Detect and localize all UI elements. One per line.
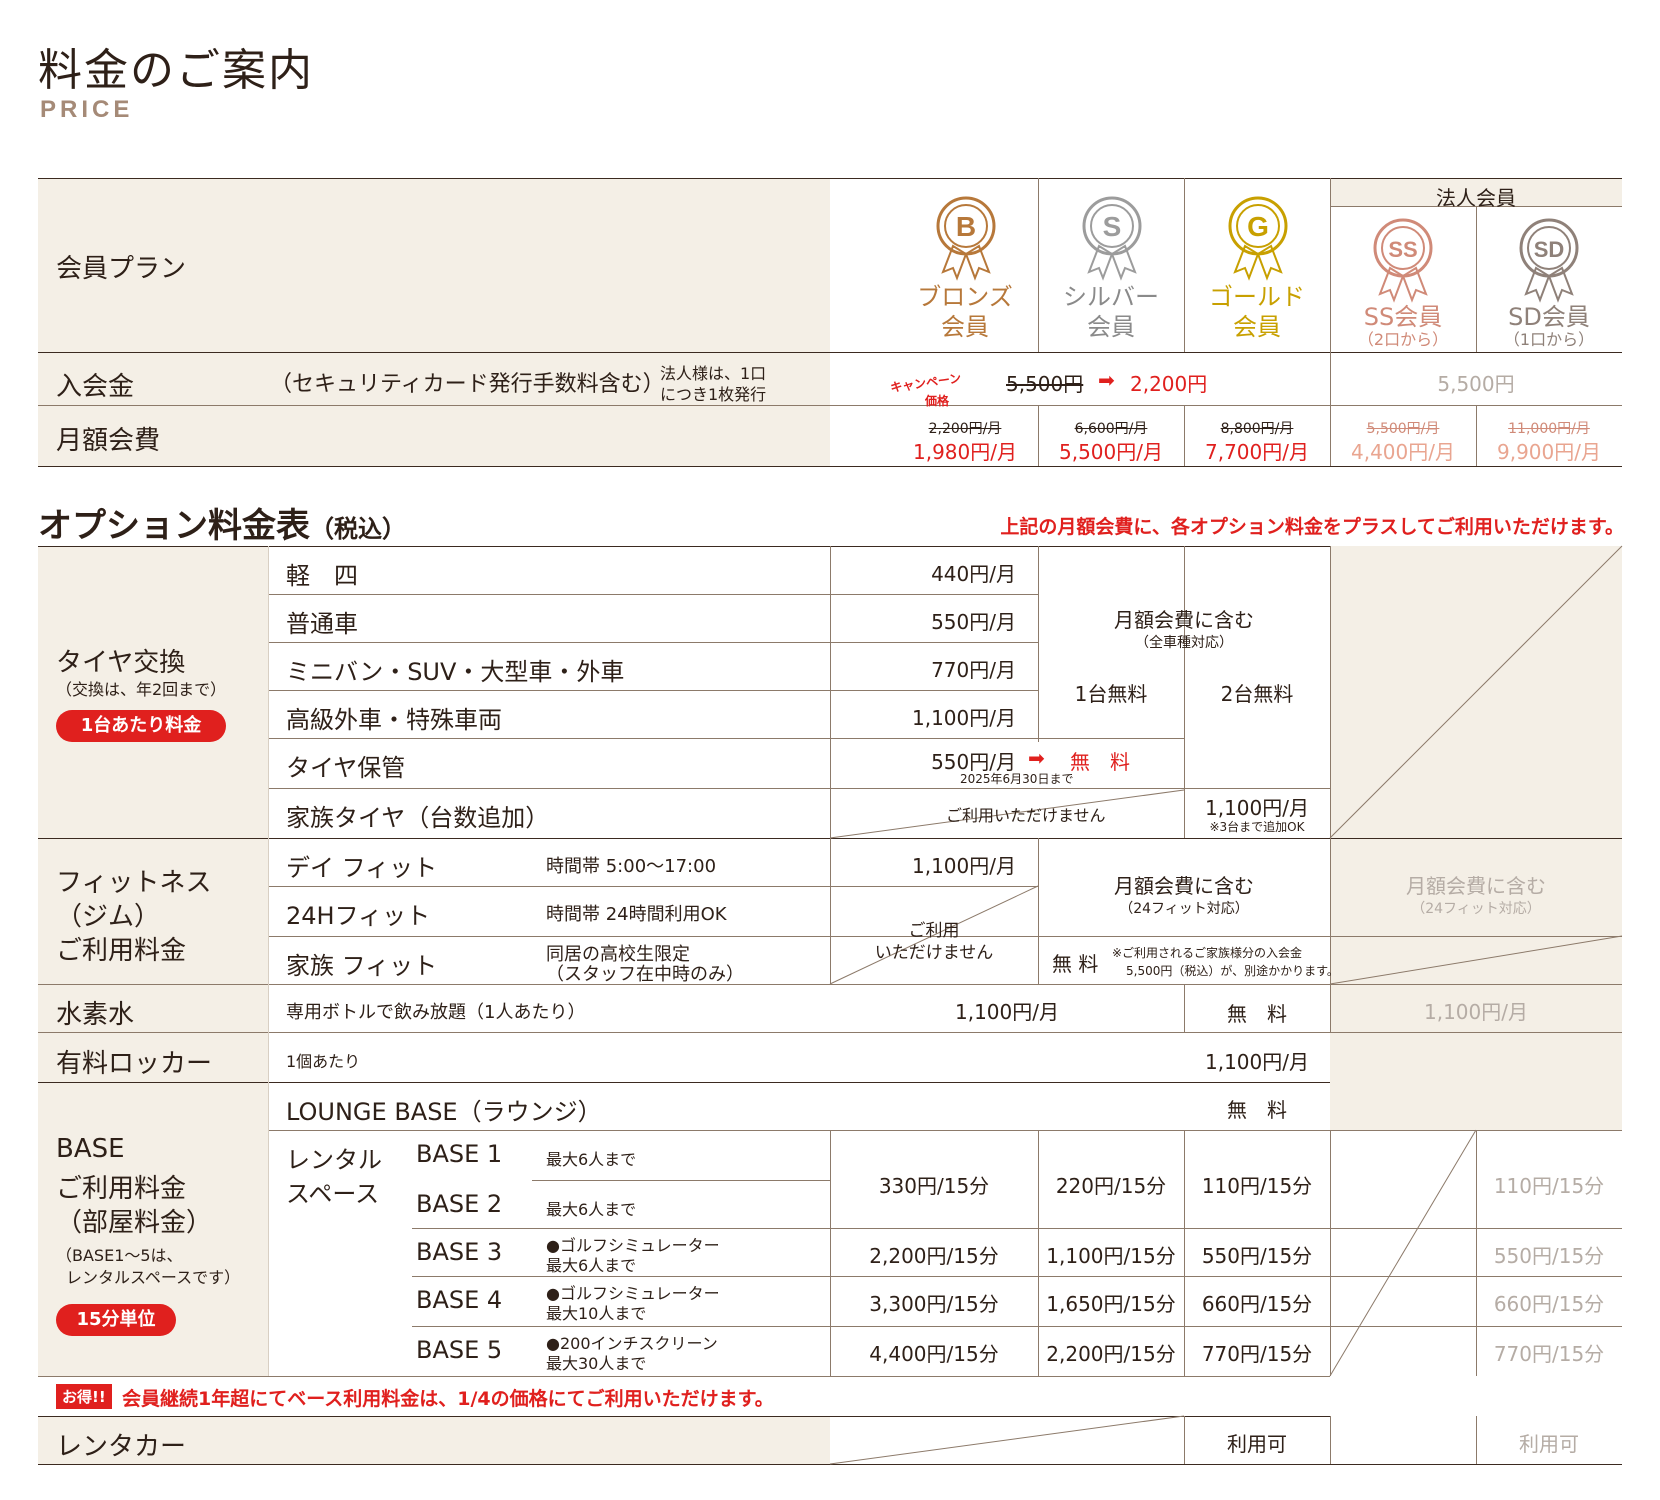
fitness-family-note: ※ご利用されるご家族様分の入会金 — [1112, 946, 1303, 960]
fitness-row-desc: 時間帯 24時間利用OK — [546, 904, 727, 925]
tire-included: 月額会費に含む — [1114, 608, 1254, 632]
fitness-unavailable-2: いただけません — [874, 943, 994, 963]
tire-row-price: 550円/月 — [931, 610, 1016, 634]
base-label-2: ご利用料金 — [56, 1174, 187, 1204]
base-room-desc-2: 最大30人まで — [546, 1354, 647, 1373]
rentacar-corp: 利用可 — [1519, 1432, 1579, 1456]
base-room-name: BASE 3 — [416, 1238, 503, 1266]
base-price-corp: 550円/15分 — [1493, 1244, 1605, 1268]
fitness-row-name: 24Hフィット — [286, 902, 431, 930]
locker-desc: 1個あたり — [286, 1052, 361, 1071]
base-sub-2: レンタルスペースです） — [66, 1268, 241, 1287]
tire-row-price: 770円/月 — [931, 658, 1016, 682]
rental-label-2: スペース — [286, 1180, 380, 1208]
base-room-name: BASE 5 — [416, 1336, 503, 1364]
tire-row-name: ミニバン・SUV・大型車・外車 — [286, 658, 625, 686]
base-room-desc: 最大6人まで — [546, 1200, 637, 1219]
base-price-gold: 770円/15分 — [1201, 1342, 1313, 1366]
lounge-label: LOUNGE BASE（ラウンジ） — [286, 1098, 602, 1126]
tire-pill: 1台あたり料金 — [56, 710, 226, 742]
fitness-included: 月額会費に含む — [1114, 874, 1254, 898]
fitness-label: フィットネス — [56, 868, 212, 898]
hydrogen-price: 1,100円/月 — [955, 1000, 1059, 1024]
family-tire-unavailable: ご利用いただけません — [946, 806, 1106, 825]
tire-row-price: 1,100円/月 — [912, 706, 1016, 730]
base-pill: 15分単位 — [56, 1304, 176, 1336]
tire-storage-until: 2025年6月30日まで — [960, 772, 1074, 786]
base-price-bronze: 4,400円/15分 — [869, 1342, 999, 1366]
base-room-name: BASE 2 — [416, 1190, 503, 1218]
tire-sub: （交換は、年2回まで） — [56, 680, 227, 699]
tire-row-name: 高級外車・特殊車両 — [286, 706, 502, 734]
base12-gold: 110円/15分 — [1201, 1174, 1313, 1198]
fitness-corp-included-sub: （24フィット対応） — [1411, 901, 1541, 917]
tire-gold-free: 2台無料 — [1220, 682, 1294, 706]
fitness-label-3: ご利用料金 — [56, 936, 187, 966]
family-tire-gold: 1,100円/月 — [1205, 796, 1309, 820]
locker-price: 1,100円/月 — [1205, 1050, 1309, 1074]
arrow-icon: ➡ — [1028, 746, 1045, 770]
base12-silver: 220円/15分 — [1055, 1174, 1167, 1198]
base-price-silver: 2,200円/15分 — [1046, 1342, 1176, 1366]
fitness-row-name: 家族 フィット — [286, 952, 438, 980]
base-room-name: BASE 1 — [416, 1140, 503, 1168]
fitness-day-price: 1,100円/月 — [912, 854, 1016, 878]
fitness-included-sub: （24フィット対応） — [1119, 901, 1249, 917]
base-price-gold: 550円/15分 — [1201, 1244, 1313, 1268]
base-room-desc: 最大6人まで — [546, 1150, 637, 1169]
fitness-label-2: （ジム） — [56, 902, 161, 932]
rentacar-label: レンタカー — [56, 1432, 187, 1462]
locker-label: 有料ロッカー — [56, 1049, 213, 1079]
base-price-silver: 1,100円/15分 — [1046, 1244, 1176, 1268]
hydrogen-gold: 無 料 — [1227, 1002, 1287, 1026]
base12-corp: 110円/15分 — [1493, 1174, 1605, 1198]
deal-badge: お得!! — [56, 1384, 112, 1409]
fitness-row-desc-2: （スタッフ在中時のみ） — [546, 964, 744, 985]
tire-row-name: 家族タイヤ（台数追加） — [286, 804, 550, 832]
base-price-corp: 660円/15分 — [1493, 1292, 1605, 1316]
base-label-3: （部屋料金） — [56, 1208, 213, 1238]
tire-row-price: 440円/月 — [931, 562, 1016, 586]
tire-included-sub: （全車種対応） — [1135, 635, 1233, 651]
hydrogen-corp: 1,100円/月 — [1424, 1000, 1528, 1024]
tire-silver-free: 1台無料 — [1074, 682, 1148, 706]
base-price-bronze: 3,300円/15分 — [869, 1292, 999, 1316]
base-room-name: BASE 4 — [416, 1286, 503, 1314]
tire-storage-free: 無 料 — [1070, 750, 1130, 774]
tire-label: タイヤ交換 — [56, 648, 186, 678]
tire-row-name: 普通車 — [286, 610, 358, 638]
tire-row-name: タイヤ保管 — [286, 754, 406, 782]
fitness-row-desc: 時間帯 5:00〜17:00 — [546, 856, 717, 877]
base-price-corp: 770円/15分 — [1493, 1342, 1605, 1366]
lounge-price: 無 料 — [1227, 1098, 1287, 1122]
base-room-desc-2: 最大10人まで — [546, 1304, 647, 1323]
fitness-family-note-2: 5,500円（税込）が、別途かかります。 — [1126, 964, 1339, 978]
base-room-desc-2: 最大6人まで — [546, 1256, 637, 1275]
base-price-silver: 1,650円/15分 — [1046, 1292, 1176, 1316]
rentacar-gold: 利用可 — [1227, 1432, 1287, 1456]
hydrogen-label: 水素水 — [56, 1000, 135, 1030]
base-label: BASE — [56, 1134, 125, 1164]
base-price-gold: 660円/15分 — [1201, 1292, 1313, 1316]
family-tire-note: ※3台まで追加OK — [1209, 820, 1305, 834]
base12-bronze: 330円/15分 — [878, 1174, 990, 1198]
fitness-row-name: デイ フィット — [286, 854, 438, 882]
base-sub: （BASE1〜5は、 — [56, 1246, 183, 1265]
tire-row-name: 軽 四 — [286, 562, 358, 590]
deal-text: 会員継続1年超にてベース利用料金は、1/4の価格にてご利用いただけます。 — [122, 1388, 774, 1410]
fitness-corp-included: 月額会費に含む — [1406, 874, 1546, 898]
hydrogen-desc: 専用ボトルで飲み放題（1人あたり） — [286, 1002, 586, 1023]
rental-label: レンタル — [286, 1146, 382, 1174]
base-price-bronze: 2,200円/15分 — [869, 1244, 999, 1268]
fitness-family-free: 無 料 — [1052, 952, 1099, 976]
